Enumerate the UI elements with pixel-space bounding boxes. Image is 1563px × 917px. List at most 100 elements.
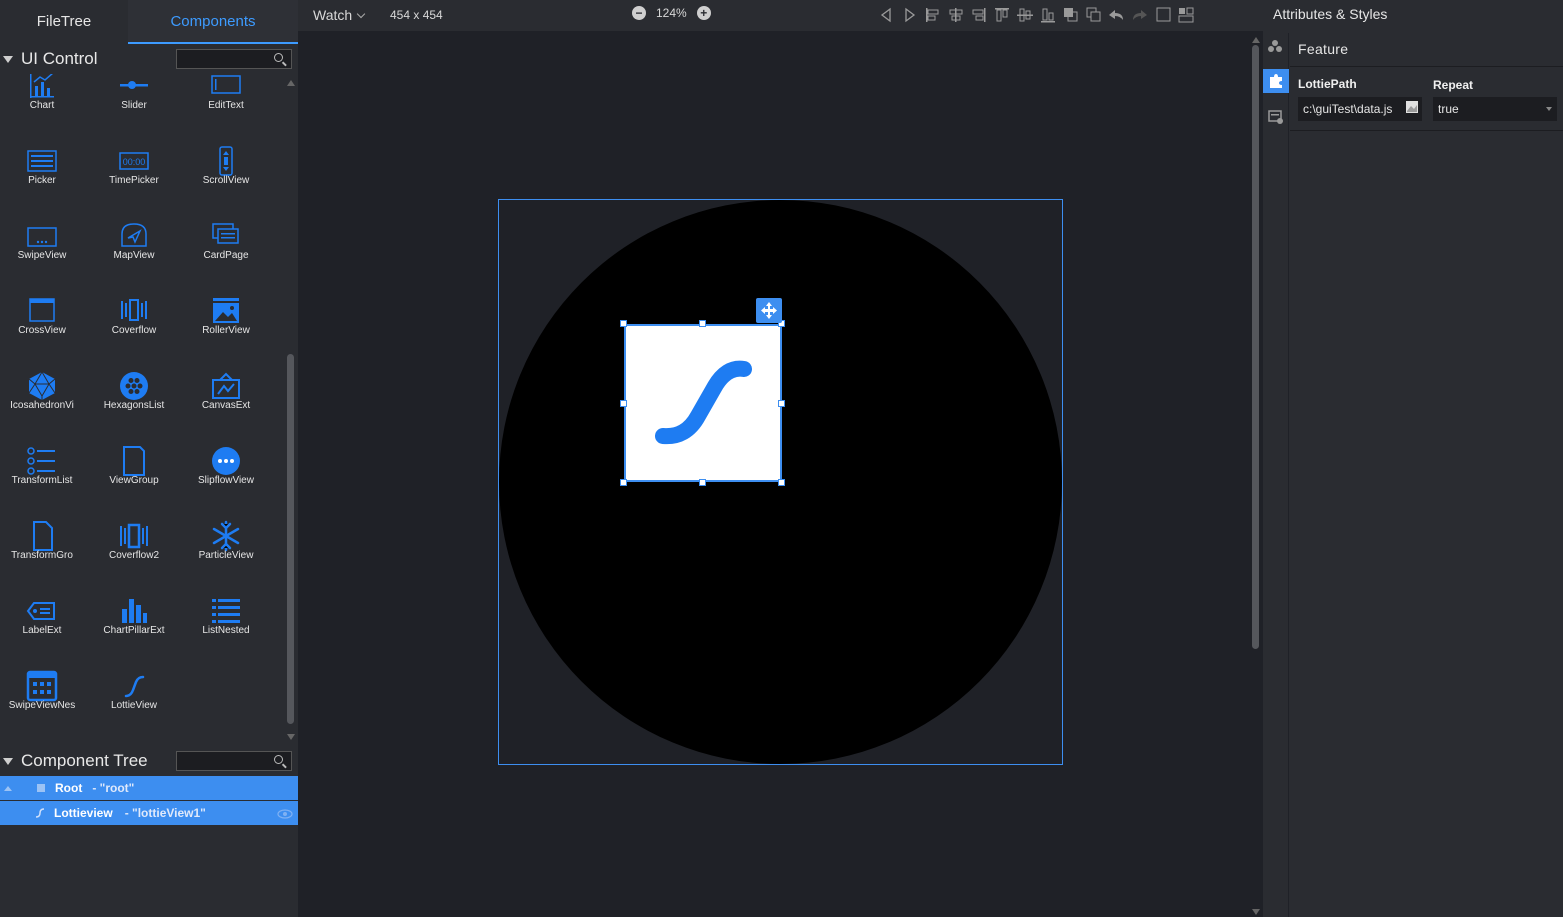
scroll-up-icon[interactable]: [287, 80, 295, 86]
expand-arrow-icon[interactable]: [3, 783, 13, 793]
transformlist-icon: [26, 445, 58, 477]
scroll-thumb[interactable]: [1252, 45, 1259, 649]
image-picker-icon[interactable]: [1405, 100, 1419, 114]
ui-control-header[interactable]: UI Control: [0, 44, 298, 74]
scroll-down-icon[interactable]: [287, 734, 295, 740]
style-category-button[interactable]: [1263, 35, 1289, 59]
search-icon[interactable]: [274, 53, 283, 62]
tree-row-lottieview[interactable]: Lottieview - "lottieView1": [0, 801, 298, 825]
zoom-in-button[interactable]: +: [696, 6, 711, 20]
slipflowview-icon: [210, 445, 242, 477]
component-item-timepicker[interactable]: 00:00 TimePicker: [88, 145, 180, 220]
component-item-lottieview[interactable]: LottieView: [88, 670, 180, 742]
lottieview-icon: [118, 670, 150, 702]
lottiepath-input[interactable]: c:\guiTest\data.js: [1298, 97, 1422, 121]
align-left-icon[interactable]: [922, 6, 944, 24]
layout-settings-icon[interactable]: [1175, 6, 1197, 24]
design-canvas[interactable]: [303, 31, 1249, 917]
component-item-hexagonslist[interactable]: HexagonsList: [88, 370, 180, 445]
component-item-slipflowview[interactable]: SlipflowView: [180, 445, 272, 520]
tab-filetree[interactable]: FileTree: [0, 0, 128, 44]
component-item-labelext[interactable]: LabelExt: [0, 595, 88, 670]
resize-handle-mr[interactable]: [778, 400, 785, 407]
component-item-label: TransformList: [11, 475, 73, 486]
checkbox-icon[interactable]: [1152, 6, 1174, 24]
component-tree-header[interactable]: Component Tree: [0, 746, 298, 776]
component-item-swipeview[interactable]: SwipeView: [0, 220, 88, 295]
component-item-label: ListNested: [202, 625, 250, 636]
swipeviewnested-icon: [26, 670, 58, 702]
component-item-listnested[interactable]: ListNested: [180, 595, 272, 670]
component-item-coverflow2[interactable]: Coverflow2: [88, 520, 180, 595]
align-middle-icon[interactable]: [1014, 6, 1036, 24]
align-top-icon[interactable]: [991, 6, 1013, 24]
lottie-curve-icon: [655, 360, 752, 445]
component-item-label: LottieView: [111, 700, 157, 711]
move-arrows-icon: [761, 302, 777, 319]
component-item-viewgroup[interactable]: ViewGroup: [88, 445, 180, 520]
scroll-up-icon[interactable]: [1252, 37, 1260, 43]
component-item-rollerview[interactable]: RollerView: [180, 295, 272, 370]
collapse-triangle-icon[interactable]: [3, 757, 13, 765]
component-item-picker[interactable]: Picker: [0, 145, 88, 220]
device-select[interactable]: Watch: [313, 7, 366, 23]
search-icon[interactable]: [274, 755, 283, 764]
redo-icon[interactable]: [1129, 6, 1151, 24]
tree-row-root[interactable]: Root - "root": [0, 776, 298, 800]
watch-frame[interactable]: [498, 199, 1063, 765]
component-item-slider[interactable]: Slider: [88, 74, 180, 145]
send-backward-icon[interactable]: [1083, 6, 1105, 24]
resize-handle-bc[interactable]: [699, 479, 706, 486]
resize-handle-br[interactable]: [778, 479, 785, 486]
feature-category-button[interactable]: [1263, 69, 1289, 93]
resize-handle-tc[interactable]: [699, 320, 706, 327]
particleview-icon: [210, 520, 242, 552]
align-bottom-icon[interactable]: [1037, 6, 1059, 24]
scroll-down-icon[interactable]: [1252, 909, 1260, 915]
move-handle-button[interactable]: [756, 298, 782, 323]
component-item-chart[interactable]: Chart: [0, 74, 88, 145]
component-item-particleview[interactable]: ParticleView: [180, 520, 272, 595]
align-right-icon[interactable]: [968, 6, 990, 24]
resize-handle-tl[interactable]: [620, 320, 627, 327]
component-item-swipeviewnes[interactable]: SwipeViewNes: [0, 670, 88, 742]
component-item-crossview[interactable]: CrossView: [0, 295, 88, 370]
visibility-eye-icon[interactable]: [277, 809, 293, 819]
tab-components[interactable]: Components: [128, 0, 298, 44]
component-item-coverflow[interactable]: Coverflow: [88, 295, 180, 370]
left-tabs: FileTree Components: [0, 0, 298, 44]
component-item-label: Slider: [121, 100, 147, 111]
lottieview-component[interactable]: [624, 324, 782, 482]
next-icon[interactable]: [899, 6, 921, 24]
component-tree-search-input[interactable]: [176, 751, 292, 771]
component-item-label: ChartPillarExt: [103, 625, 165, 636]
repeat-select[interactable]: true: [1433, 97, 1557, 121]
component-item-icosahedronvi[interactable]: IcosahedronVi: [0, 370, 88, 445]
scroll-thumb[interactable]: [287, 354, 294, 724]
previous-icon[interactable]: [876, 6, 898, 24]
icosahedron-icon: [26, 370, 58, 402]
ide-window: FileTree Components UI Control Chart Slid…: [0, 0, 1563, 917]
resize-handle-ml[interactable]: [620, 400, 627, 407]
component-item-cardpage[interactable]: CardPage: [180, 220, 272, 295]
collapse-triangle-icon[interactable]: [3, 55, 13, 63]
canvas-scrollbar[interactable]: [1249, 31, 1263, 917]
component-item-transformlist[interactable]: TransformList: [0, 445, 88, 520]
undo-icon[interactable]: [1106, 6, 1128, 24]
bring-forward-icon[interactable]: [1060, 6, 1082, 24]
component-item-mapview[interactable]: MapView: [88, 220, 180, 295]
component-item-label: Chart: [29, 100, 55, 111]
divider: [1290, 130, 1563, 131]
align-center-h-icon[interactable]: [945, 6, 967, 24]
ui-control-search-input[interactable]: [176, 49, 292, 69]
zoom-out-button[interactable]: −: [632, 6, 646, 20]
component-item-scrollview[interactable]: ScrollView: [180, 145, 272, 220]
component-item-edittext[interactable]: EditText: [180, 74, 272, 145]
event-category-button[interactable]: [1263, 105, 1289, 129]
component-grid-scrollbar[interactable]: [285, 78, 296, 742]
left-panel: FileTree Components UI Control Chart Slid…: [0, 0, 298, 917]
component-item-canvasext[interactable]: CanvasExt: [180, 370, 272, 445]
resize-handle-bl[interactable]: [620, 479, 627, 486]
component-item-transformgro[interactable]: TransformGro: [0, 520, 88, 595]
component-item-chartpillarext[interactable]: ChartPillarExt: [88, 595, 180, 670]
